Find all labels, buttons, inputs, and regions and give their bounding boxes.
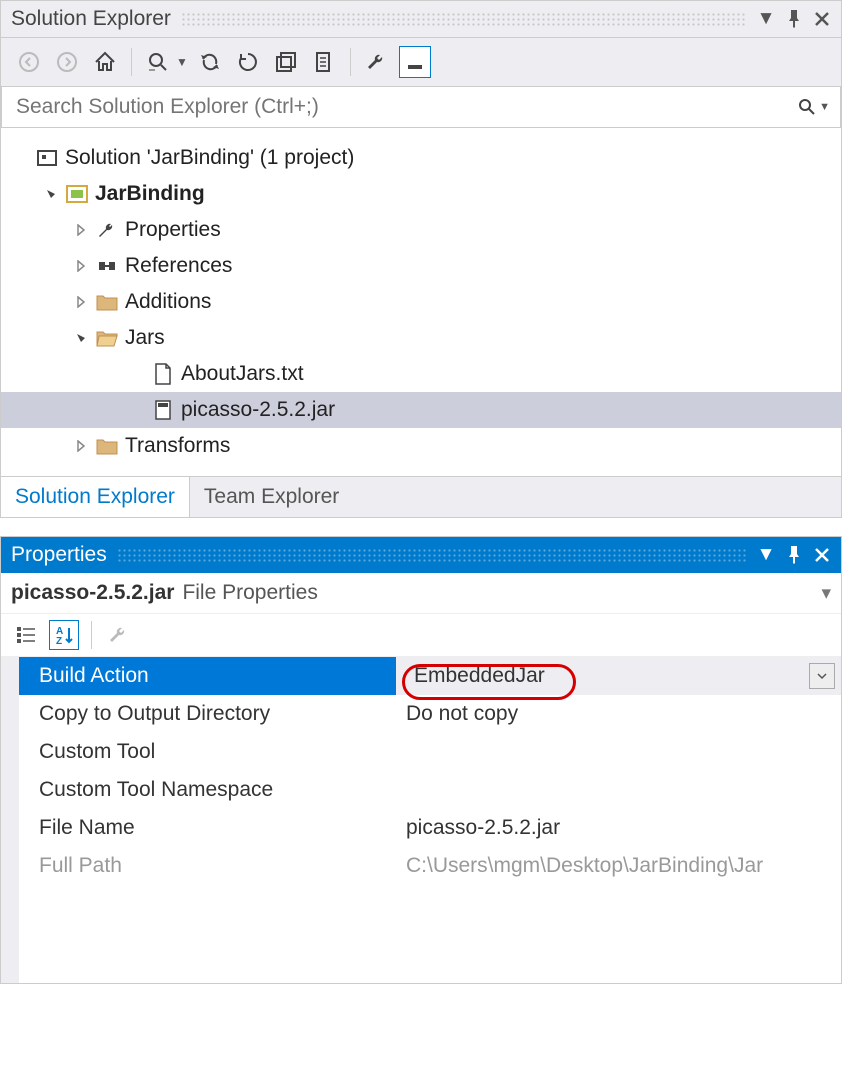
sync-button[interactable] [232,46,264,78]
picasso-jar-node[interactable]: picasso-2.5.2.jar [1,392,841,428]
references-node[interactable]: References [1,248,841,284]
additions-label: Additions [125,290,211,314]
properties-filetype: File Properties [182,581,317,605]
project-label: JarBinding [95,182,205,206]
preview-button[interactable] [399,46,431,78]
expander-icon[interactable] [73,330,89,346]
prop-value[interactable] [396,771,841,809]
categorized-button[interactable] [11,620,41,650]
properties-subheader: picasso-2.5.2.jar File Properties ▾ [1,573,841,614]
expander-icon[interactable] [73,438,89,454]
file-icon [151,362,175,386]
prop-row-full-path[interactable]: Full Path C:\Users\mgm\Desktop\JarBindin… [1,847,841,885]
prop-value: C:\Users\mgm\Desktop\JarBinding\Jar [396,847,841,885]
wrench-icon [95,218,119,242]
home-button[interactable] [89,46,121,78]
prop-row-file-name[interactable]: File Name picasso-2.5.2.jar [1,809,841,847]
panel-title: Solution Explorer [11,7,171,31]
prop-label: Custom Tool Namespace [1,771,396,809]
project-node[interactable]: JarBinding [1,176,841,212]
separator [350,48,351,76]
dropdown-icon[interactable]: ▼ [757,10,775,28]
panel-tabs: Solution Explorer Team Explorer [1,476,841,517]
solution-tree: Solution 'JarBinding' (1 project) JarBin… [1,128,841,476]
back-button[interactable] [13,46,45,78]
property-pages-button[interactable] [104,620,134,650]
search-input[interactable] [12,91,797,123]
jar-icon [151,398,175,422]
expander-icon[interactable] [43,186,59,202]
alphabetical-button[interactable]: AZ [49,620,79,650]
search-box[interactable]: ▼ [1,86,841,128]
prop-label: File Name [1,809,396,847]
prop-label: Full Path [1,847,396,885]
additions-node[interactable]: Additions [1,284,841,320]
prop-label: Build Action [1,657,396,695]
prop-value[interactable]: EmbeddedJar [396,657,841,695]
scope-button[interactable] [142,46,174,78]
prop-value[interactable] [396,733,841,771]
property-grid: Build Action EmbeddedJar Copy to Output … [1,657,841,983]
collapse-button[interactable] [270,46,302,78]
expander-icon[interactable] [73,294,89,310]
solution-node[interactable]: Solution 'JarBinding' (1 project) [1,140,841,176]
solution-explorer-toolbar: ▼ [1,38,841,86]
prop-value[interactable]: Do not copy [396,695,841,733]
close-icon[interactable] [813,546,831,564]
solution-explorer-panel: Solution Explorer ▼ ▼ [0,0,842,518]
transforms-node[interactable]: Transforms [1,428,841,464]
properties-filename: picasso-2.5.2.jar [11,581,174,605]
scope-dropdown-icon[interactable]: ▼ [176,55,188,69]
tab-solution-explorer[interactable]: Solution Explorer [1,477,190,517]
prop-row-build-action[interactable]: Build Action EmbeddedJar [1,657,841,695]
close-icon[interactable] [813,10,831,28]
refresh-button[interactable] [194,46,226,78]
prop-row-custom-tool[interactable]: Custom Tool [1,733,841,771]
transforms-label: Transforms [125,434,230,458]
prop-row-copy-output[interactable]: Copy to Output Directory Do not copy [1,695,841,733]
references-label: References [125,254,232,278]
solution-explorer-header: Solution Explorer ▼ [1,1,841,38]
dropdown-arrow-icon[interactable] [809,663,835,689]
android-project-icon [65,182,89,206]
pin-icon[interactable] [785,546,803,564]
folder-open-icon [95,326,119,350]
drag-handle[interactable] [181,12,747,26]
solution-label: Solution 'JarBinding' (1 project) [65,146,354,170]
expander-icon[interactable] [73,258,89,274]
properties-node[interactable]: Properties [1,212,841,248]
jars-node[interactable]: Jars [1,320,841,356]
solution-icon [35,146,59,170]
about-jars-node[interactable]: AboutJars.txt [1,356,841,392]
expander-icon[interactable] [73,222,89,238]
drag-handle[interactable] [117,548,747,562]
separator [131,48,132,76]
picasso-jar-label: picasso-2.5.2.jar [181,398,335,422]
folder-icon [95,434,119,458]
prop-row-custom-tool-ns[interactable]: Custom Tool Namespace [1,771,841,809]
about-jars-label: AboutJars.txt [181,362,304,386]
property-grid-footer [1,885,841,983]
folder-icon [95,290,119,314]
properties-title: Properties [11,543,107,567]
search-icon[interactable]: ▼ [797,97,830,117]
properties-panel: Properties ▼ picasso-2.5.2.jar File Prop… [0,536,842,984]
tab-team-explorer[interactable]: Team Explorer [190,477,353,517]
prop-value[interactable]: picasso-2.5.2.jar [396,809,841,847]
svg-text:Z: Z [56,636,62,646]
jars-label: Jars [125,326,165,350]
pin-icon[interactable] [785,10,803,28]
properties-button[interactable] [361,46,393,78]
dropdown-icon[interactable]: ▼ [757,546,775,564]
subheader-dropdown-icon[interactable]: ▾ [821,582,831,605]
properties-label: Properties [125,218,221,242]
show-all-button[interactable] [308,46,340,78]
properties-header: Properties ▼ [1,537,841,573]
prop-label: Copy to Output Directory [1,695,396,733]
properties-toolbar: AZ [1,614,841,657]
forward-button[interactable] [51,46,83,78]
separator [91,621,92,649]
references-icon [95,254,119,278]
prop-label: Custom Tool [1,733,396,771]
